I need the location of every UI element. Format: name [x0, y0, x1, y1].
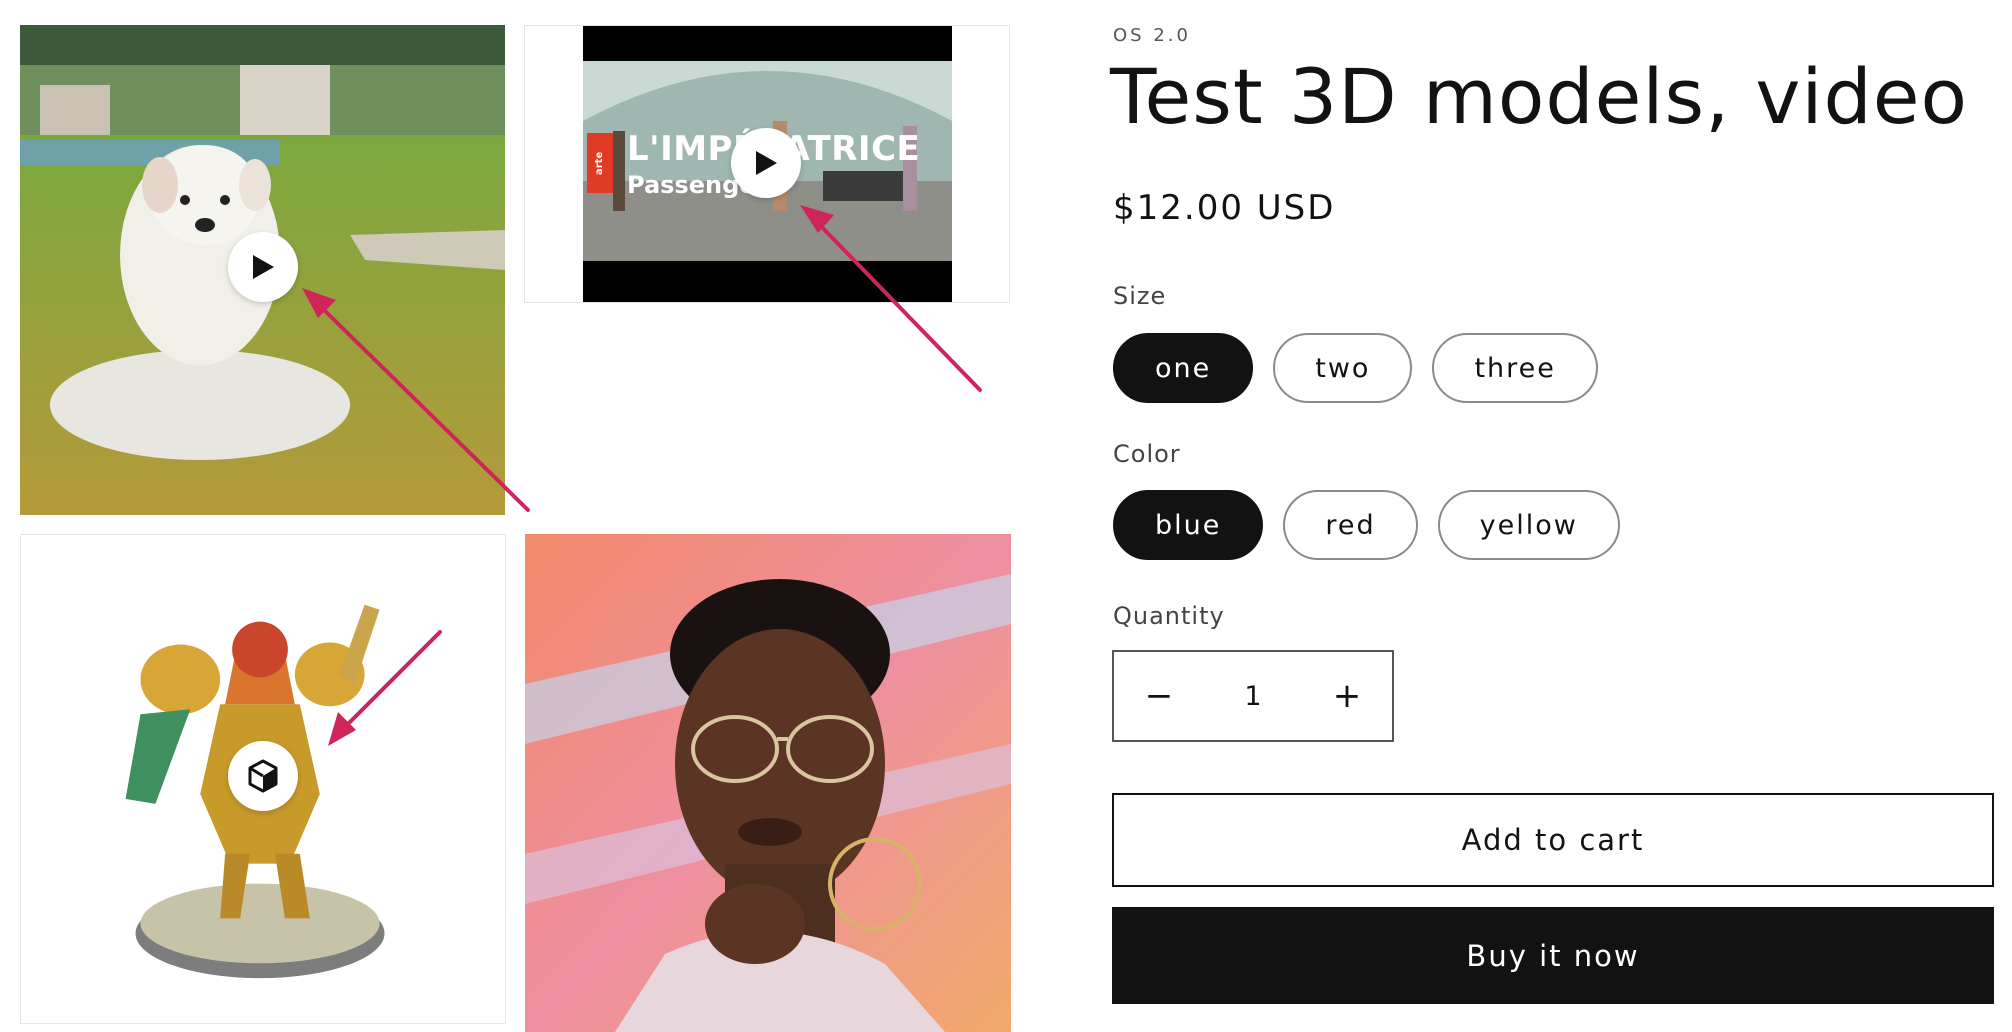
- color-options: blue red yellow: [1113, 490, 1620, 560]
- color-option-yellow[interactable]: yellow: [1437, 490, 1620, 560]
- size-label: Size: [1113, 282, 1167, 310]
- media-portrait-image[interactable]: [525, 534, 1011, 1032]
- cube-icon: [248, 759, 278, 793]
- size-option-two[interactable]: two: [1273, 333, 1413, 403]
- add-to-cart-button[interactable]: Add to cart: [1112, 793, 1994, 887]
- quantity-label: Quantity: [1113, 602, 1225, 630]
- 3d-badge[interactable]: [228, 741, 298, 811]
- buy-now-button[interactable]: Buy it now: [1112, 907, 1994, 1004]
- size-option-three[interactable]: three: [1432, 333, 1598, 403]
- play-icon: [253, 255, 274, 279]
- color-option-red[interactable]: red: [1283, 490, 1418, 560]
- play-badge[interactable]: [228, 232, 298, 302]
- play-badge[interactable]: [731, 128, 801, 198]
- size-option-one[interactable]: one: [1113, 333, 1254, 403]
- video-brand-logo: arte: [587, 133, 613, 193]
- quantity-decrease-button[interactable]: −: [1114, 652, 1204, 740]
- quantity-input[interactable]: 1: [1244, 681, 1261, 712]
- quantity-stepper: − 1 +: [1112, 650, 1394, 742]
- media-external-video[interactable]: arte L'IMPÉRATRICE Passenger: [524, 25, 1010, 303]
- media-dog-video[interactable]: [20, 25, 505, 515]
- product-price: $12.00 USD: [1113, 188, 1336, 228]
- portrait-image: [525, 534, 1011, 1032]
- quantity-increase-button[interactable]: +: [1302, 652, 1392, 740]
- color-option-blue[interactable]: blue: [1113, 490, 1264, 560]
- product-title: Test 3D models, video: [1110, 52, 1969, 141]
- media-3d-model[interactable]: [20, 534, 506, 1024]
- color-label: Color: [1113, 440, 1181, 468]
- product-page: arte L'IMPÉRATRICE Passenger: [0, 0, 2012, 1032]
- play-icon: [756, 151, 777, 175]
- size-options: one two three: [1113, 333, 1598, 403]
- vendor-label: OS 2.0: [1113, 25, 1191, 46]
